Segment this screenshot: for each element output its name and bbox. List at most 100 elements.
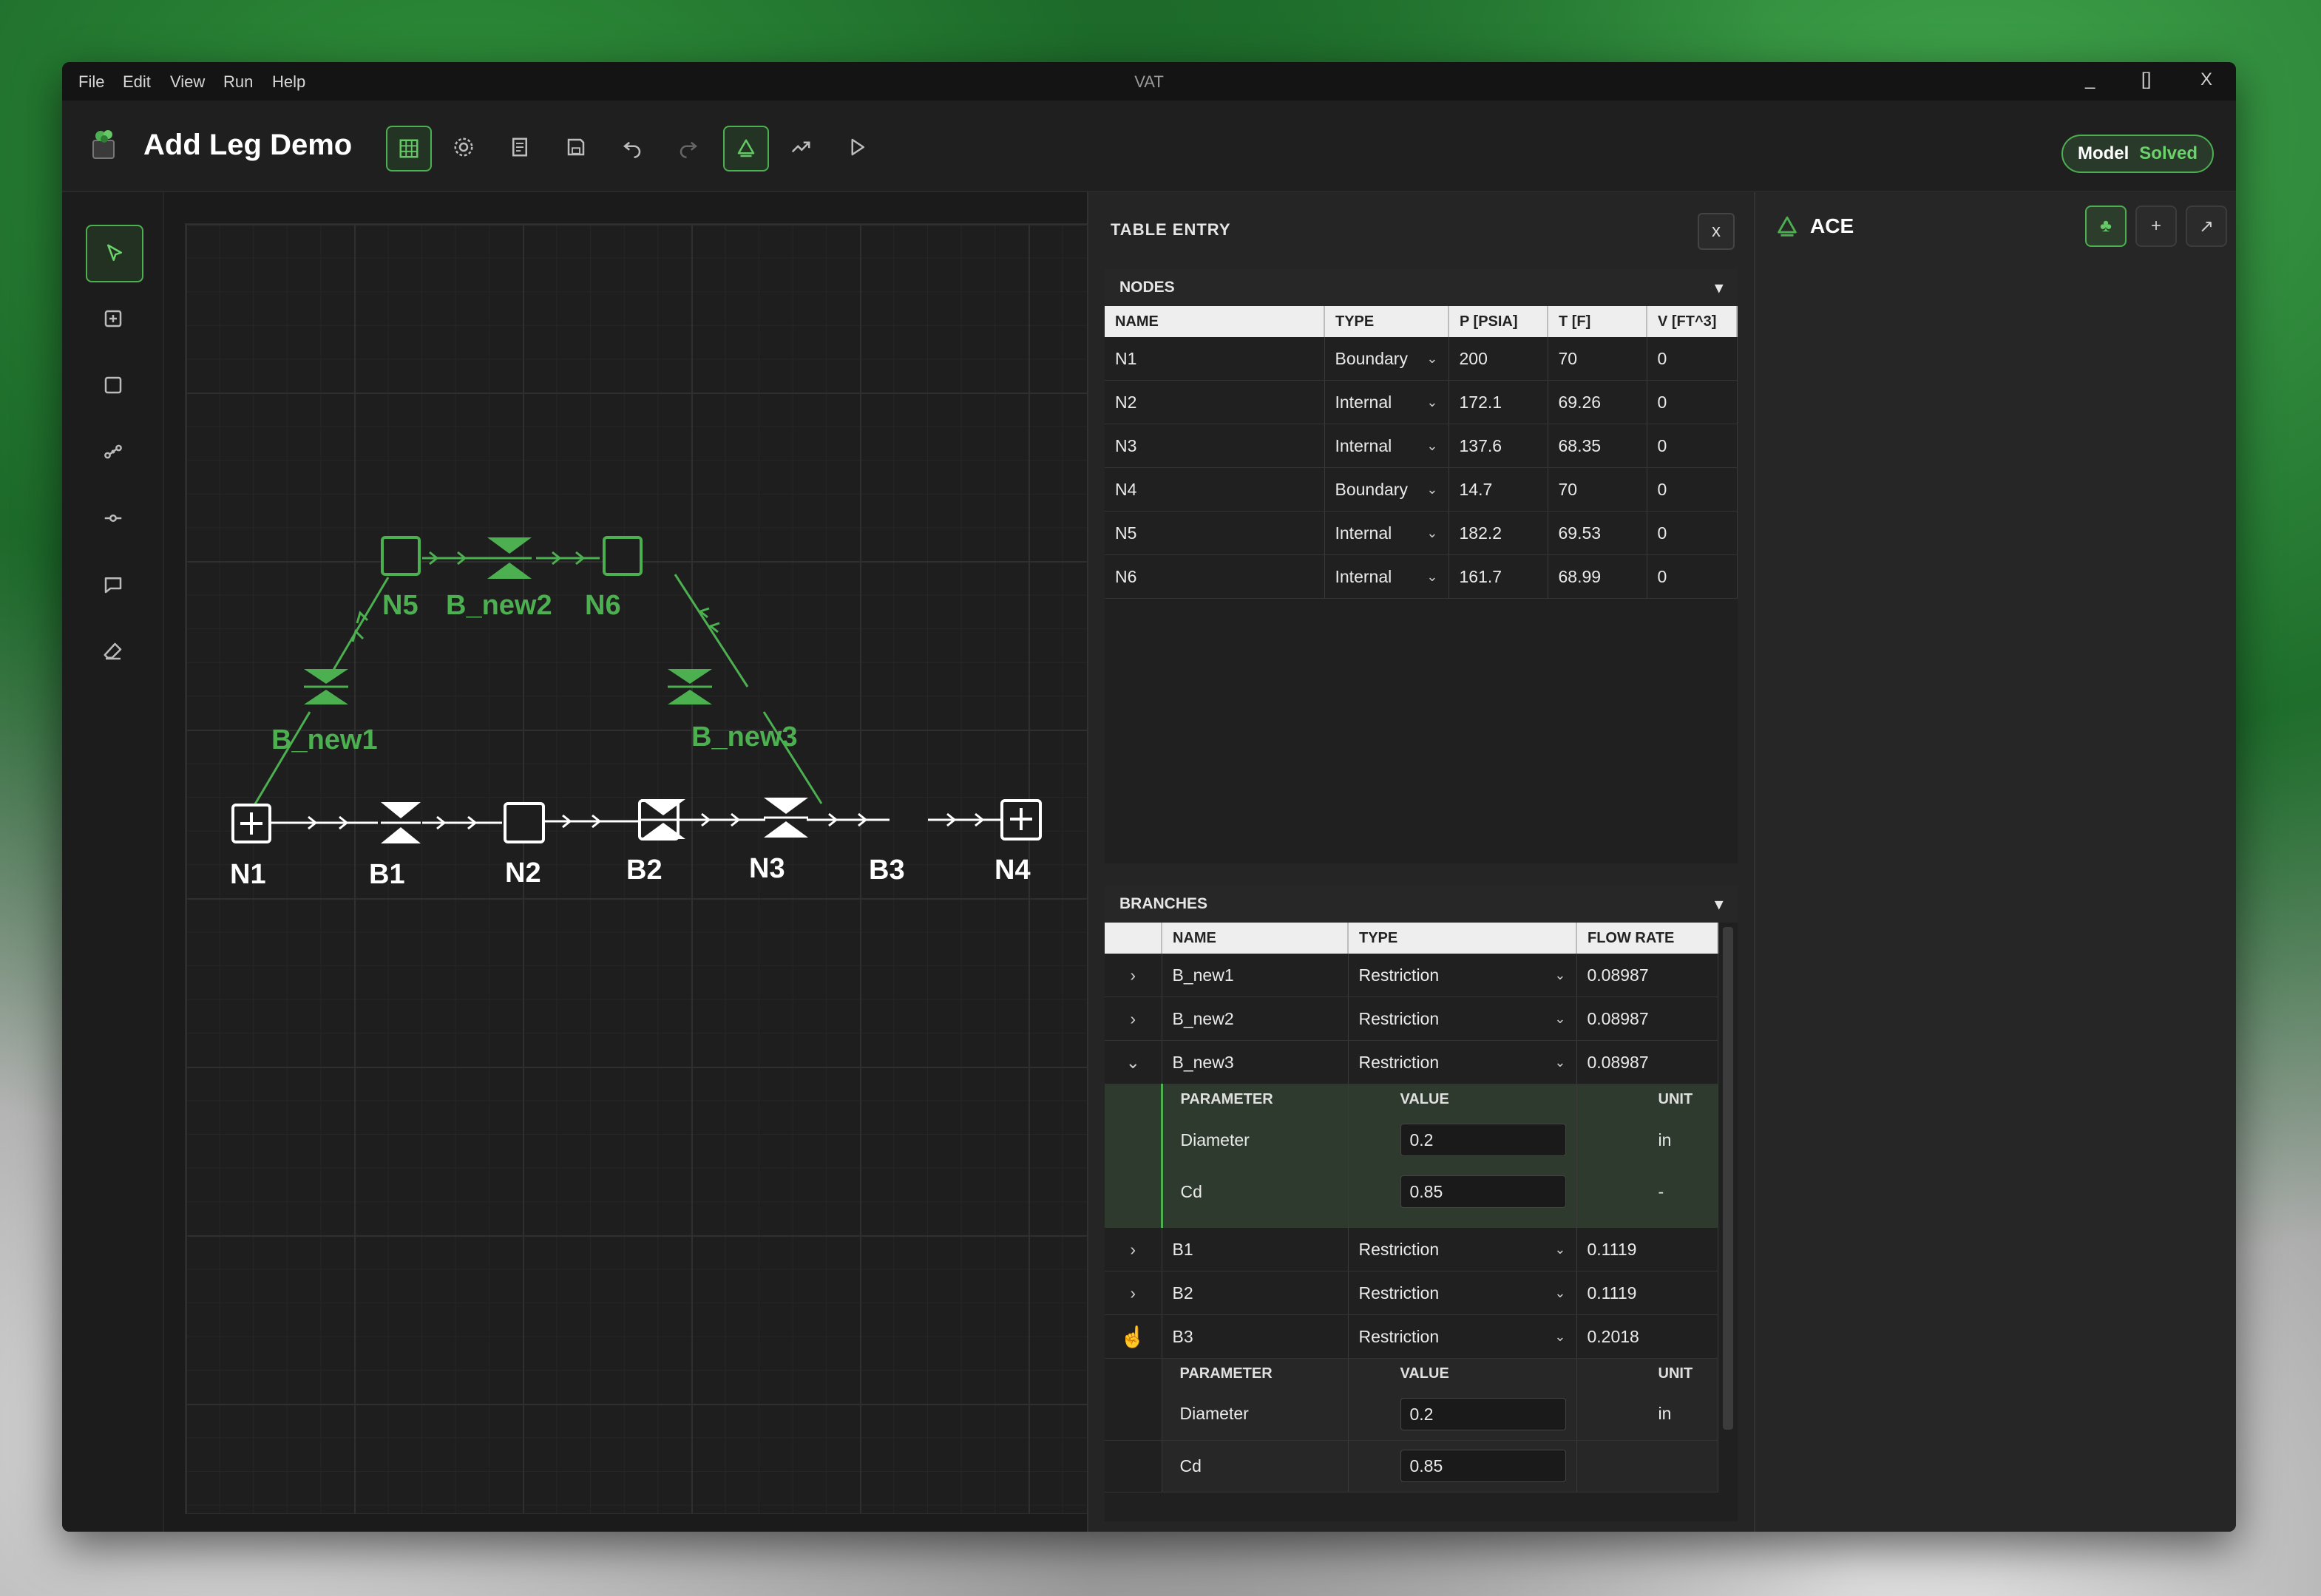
node-type-select[interactable]: Internal ⌄ [1324, 554, 1449, 599]
param-value-input[interactable]: 0.2 [1400, 1397, 1566, 1430]
node-name-cell[interactable]: N2 [1105, 380, 1325, 424]
report-button[interactable] [498, 126, 541, 169]
table-row[interactable]: N5 Internal ⌄ 182.2 69.53 0 [1105, 511, 1738, 555]
col-branch-name[interactable]: NAME [1162, 923, 1349, 954]
branch-type-select[interactable]: Restriction ⌄ [1348, 1314, 1577, 1359]
table-row[interactable]: N1 Boundary ⌄ 200 70 0 [1105, 337, 1738, 381]
network-canvas[interactable]: N1 B1 N2 B2 N3 B3 N4 N5 B_new2 N6 B_new1… [185, 223, 1090, 1514]
select-tool-button[interactable] [86, 225, 143, 282]
node-type-select[interactable]: Boundary ⌄ [1324, 467, 1449, 512]
temperature-cell[interactable]: 69.26 [1548, 380, 1647, 424]
pressure-cell[interactable]: 14.7 [1448, 467, 1548, 512]
node-name-cell[interactable]: N6 [1105, 554, 1325, 599]
ace-mode-button[interactable]: ♣ [2085, 206, 2127, 247]
volume-cell[interactable]: 0 [1647, 424, 1738, 468]
table-row[interactable]: › B1 Restriction ⌄ 0.1119 [1105, 1228, 1718, 1271]
close-window-button[interactable]: X [2200, 69, 2212, 90]
col-temperature[interactable]: T [F] [1548, 306, 1647, 337]
branch-name-cell[interactable]: B3 [1162, 1314, 1349, 1359]
col-branch-type[interactable]: TYPE [1348, 923, 1577, 954]
branch-name-cell[interactable]: B2 [1162, 1271, 1349, 1315]
node-name-cell[interactable]: N3 [1105, 424, 1325, 468]
expand-row-button[interactable]: › [1105, 1228, 1162, 1271]
branches-section-header[interactable]: BRANCHES ▾ [1105, 886, 1738, 923]
popout-button[interactable]: ↗ [2186, 206, 2227, 247]
collapse-row-button[interactable]: ⌄ [1105, 1040, 1162, 1084]
node-name-cell[interactable]: N4 [1105, 467, 1325, 512]
param-value-field[interactable]: 0.85 [1348, 1440, 1577, 1493]
new-session-button[interactable]: + [2135, 206, 2177, 247]
branch-type-select[interactable]: Restriction ⌄ [1348, 996, 1577, 1041]
branch-name-cell[interactable]: B_new3 [1162, 1040, 1349, 1084]
param-value-input[interactable]: 0.2 [1400, 1124, 1566, 1156]
add-node-tool-button[interactable] [86, 291, 140, 346]
branch-type-select[interactable]: Restriction ⌄ [1348, 1040, 1577, 1084]
volume-cell[interactable]: 0 [1647, 467, 1738, 512]
pressure-cell[interactable]: 182.2 [1448, 511, 1548, 555]
table-row[interactable]: › B_new1 Restriction ⌄ 0.08987 [1105, 954, 1718, 997]
volume-cell[interactable]: 0 [1647, 554, 1738, 599]
node-type-select[interactable]: Boundary ⌄ [1324, 337, 1449, 381]
pressure-cell[interactable]: 137.6 [1448, 424, 1548, 468]
pressure-cell[interactable]: 161.7 [1448, 554, 1548, 599]
temperature-cell[interactable]: 68.99 [1548, 554, 1647, 599]
expand-row-button[interactable]: › [1105, 996, 1162, 1041]
pressure-cell[interactable]: 200 [1448, 337, 1548, 381]
col-type[interactable]: TYPE [1324, 306, 1449, 337]
temperature-cell[interactable]: 69.53 [1548, 511, 1647, 555]
settings-button[interactable] [442, 126, 485, 169]
node-type-select[interactable]: Internal ⌄ [1324, 380, 1449, 424]
branch-name-cell[interactable]: B_new2 [1162, 996, 1349, 1041]
volume-cell[interactable]: 0 [1647, 337, 1738, 381]
branch-type-select[interactable]: Restriction ⌄ [1348, 1271, 1577, 1315]
expand-row-button[interactable]: ☝ [1105, 1314, 1162, 1359]
volume-cell[interactable]: 0 [1647, 511, 1738, 555]
maximize-button[interactable]: [] [2141, 69, 2151, 90]
save-button[interactable] [555, 126, 597, 169]
expand-row-button[interactable]: › [1105, 954, 1162, 997]
table-view-button[interactable] [386, 126, 432, 172]
col-volume[interactable]: V [FT^3] [1647, 306, 1738, 337]
param-value-input[interactable]: 0.85 [1400, 1450, 1566, 1482]
undo-button[interactable] [611, 126, 654, 169]
node-type-select[interactable]: Internal ⌄ [1324, 424, 1449, 468]
collapse-nodes-icon[interactable]: ▾ [1715, 279, 1723, 297]
col-name[interactable]: NAME [1105, 306, 1325, 337]
branch-name-cell[interactable]: B1 [1162, 1228, 1349, 1271]
param-value-field[interactable]: 0.2 [1348, 1388, 1577, 1441]
table-row[interactable]: ☝ B3 Restriction ⌄ 0.2018 [1105, 1314, 1718, 1359]
param-value-input[interactable]: 0.85 [1400, 1175, 1566, 1208]
param-value-field[interactable]: 0.85 [1348, 1166, 1577, 1218]
results-chart-button[interactable] [779, 126, 822, 169]
pressure-cell[interactable]: 172.1 [1448, 380, 1548, 424]
branch-type-select[interactable]: Restriction ⌄ [1348, 1228, 1577, 1271]
temperature-cell[interactable]: 70 [1548, 467, 1647, 512]
table-row[interactable]: ⌄ B_new3 Restriction ⌄ 0.08987 [1105, 1040, 1718, 1084]
table-row[interactable]: N3 Internal ⌄ 137.6 68.35 0 [1105, 424, 1738, 468]
col-pressure[interactable]: P [PSIA] [1448, 306, 1548, 337]
comment-tool-button[interactable] [86, 557, 140, 612]
add-branch-tool-button[interactable] [86, 424, 140, 479]
collapse-branches-icon[interactable]: ▾ [1715, 895, 1723, 914]
close-table-button[interactable]: x [1698, 213, 1735, 250]
eraser-tool-button[interactable] [86, 624, 140, 679]
table-row[interactable]: N2 Internal ⌄ 172.1 69.26 0 [1105, 380, 1738, 424]
ace-toggle-button[interactable] [723, 126, 769, 172]
temperature-cell[interactable]: 70 [1548, 337, 1647, 381]
node-name-cell[interactable]: N1 [1105, 337, 1325, 381]
branch-type-select[interactable]: Restriction ⌄ [1348, 954, 1577, 997]
node-type-select[interactable]: Internal ⌄ [1324, 511, 1449, 555]
table-row[interactable]: › B_new2 Restriction ⌄ 0.08987 [1105, 996, 1718, 1041]
redo-button[interactable] [667, 126, 710, 169]
table-row[interactable]: N6 Internal ⌄ 161.7 68.99 0 [1105, 554, 1738, 599]
branches-scrollbar[interactable] [1723, 927, 1733, 1430]
run-simulation-button[interactable] [836, 126, 878, 169]
connect-tool-button[interactable] [86, 491, 140, 546]
expand-row-button[interactable]: › [1105, 1271, 1162, 1315]
minimize-button[interactable]: _ [2085, 69, 2095, 90]
param-value-field[interactable]: 0.2 [1348, 1114, 1577, 1166]
volume-cell[interactable]: 0 [1647, 380, 1738, 424]
table-row[interactable]: › B2 Restriction ⌄ 0.1119 [1105, 1271, 1718, 1315]
table-row[interactable]: N4 Boundary ⌄ 14.7 70 0 [1105, 467, 1738, 512]
node-name-cell[interactable]: N5 [1105, 511, 1325, 555]
